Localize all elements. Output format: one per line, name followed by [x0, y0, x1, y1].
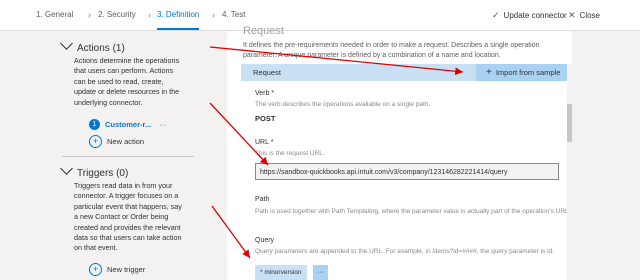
actions-section-header[interactable]: Actions (1) [60, 37, 125, 54]
plus-circle-icon: + [89, 135, 102, 148]
url-help-text: This is the request URL. [255, 150, 325, 157]
chevron-right-icon: › [148, 10, 151, 20]
section-divider [62, 156, 194, 157]
verb-help-text: The verb describes the operations availa… [255, 101, 431, 108]
step-test[interactable]: 4. Test [222, 0, 245, 30]
main-area: Request It defines the pre-requirements … [213, 25, 640, 280]
close-icon: ✕ [568, 10, 576, 20]
request-section-description: It defines the pre-requirements needed i… [243, 42, 540, 59]
action-item-label: Customer-r... [105, 120, 152, 129]
new-action-button[interactable]: + New action [89, 135, 144, 148]
scrollbar[interactable] [567, 64, 572, 280]
request-card: Request It defines the pre-requirements … [227, 25, 572, 280]
close-label: Close [579, 11, 600, 20]
actions-title: Actions (1) [77, 43, 125, 54]
close-button[interactable]: ✕ Close [568, 0, 600, 30]
step-security[interactable]: 2. Security [98, 0, 136, 30]
query-parameter-menu[interactable]: ··· [313, 265, 328, 280]
request-bar-label: Request [253, 68, 281, 77]
path-help-text: Path is used together with Path Templati… [255, 208, 571, 215]
url-input[interactable]: https://sandbox-quickbooks.api.intuit.co… [255, 163, 559, 180]
path-label: Path [255, 196, 270, 203]
triggers-section-header[interactable]: Triggers (0) [60, 162, 129, 179]
new-action-label: New action [107, 137, 145, 146]
url-label: URL * [255, 139, 274, 146]
query-parameter-tag[interactable]: * minorversion [255, 265, 307, 280]
triggers-description: Triggers read data in from your connecto… [74, 181, 182, 253]
chevron-down-icon [60, 37, 73, 50]
chevron-right-icon: › [212, 10, 215, 20]
chevron-down-icon [60, 162, 73, 175]
import-from-sample-button[interactable]: + Import from sample [476, 64, 567, 81]
update-connector-button[interactable]: ✓ Update connector [492, 0, 567, 30]
sidebar: Actions (1) Actions determine the operat… [0, 31, 213, 280]
request-header-bar: Request + Import from sample [241, 64, 567, 81]
import-from-sample-label: Import from sample [495, 68, 561, 77]
more-options-icon[interactable]: ··· [159, 120, 167, 129]
chevron-right-icon: › [88, 10, 91, 20]
verb-label: Verb * [255, 90, 275, 97]
update-connector-label: Update connector [503, 11, 567, 20]
step-general[interactable]: 1. General [36, 0, 73, 30]
plus-circle-icon: + [89, 263, 102, 276]
new-trigger-label: New trigger [107, 265, 146, 274]
action-number-badge: 1 [89, 119, 100, 130]
query-label: Query [255, 237, 275, 244]
actions-description: Actions determine the operations that us… [74, 56, 180, 107]
query-help-text: Query parameters are appended to the URL… [255, 248, 554, 255]
triggers-title: Triggers (0) [77, 168, 129, 179]
action-item[interactable]: 1 Customer-r... ··· [89, 119, 167, 130]
new-trigger-button[interactable]: + New trigger [89, 263, 145, 276]
scrollbar-thumb[interactable] [567, 104, 572, 142]
request-section-title: Request [243, 25, 284, 37]
active-step-underline [157, 28, 200, 30]
wizard-top-bar: 1. General › 2. Security › 3. Definition… [0, 0, 640, 31]
checkmark-icon: ✓ [492, 10, 500, 20]
verb-value[interactable]: POST [255, 114, 275, 123]
step-definition[interactable]: 3. Definition [157, 0, 200, 30]
plus-icon: + [486, 67, 492, 78]
step-definition-label: 3. Definition [157, 10, 200, 19]
